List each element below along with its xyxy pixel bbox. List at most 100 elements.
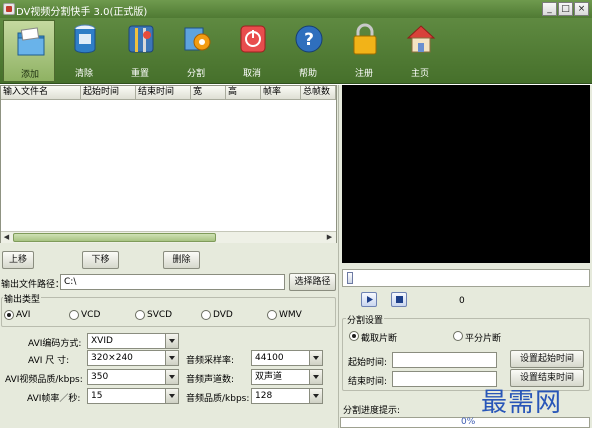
close-button[interactable]: × [574,2,589,16]
folder-add-icon [17,27,45,56]
cancel-label: 取消 [242,69,261,79]
end-time-label: 结束时间: [348,377,388,387]
register-label: 注册 [354,69,373,79]
scrollbar-thumb[interactable] [13,233,216,242]
radio-svcd[interactable] [135,310,145,320]
clear-label: 清除 [74,69,93,79]
set-start-time-button[interactable]: 设置起始时间 [510,350,584,368]
channels-value: 双声道 [255,372,283,382]
radio-equal-split-label[interactable]: 平分片断 [465,331,501,344]
output-type-title: 输出类型 [3,292,42,305]
radio-avi[interactable] [4,310,14,320]
seek-slider[interactable] [342,269,590,287]
add-button[interactable]: 添加 [3,20,55,82]
chevron-down-icon[interactable] [165,351,178,365]
minimize-button[interactable]: _ [542,2,557,16]
codec-label: AVI编码方式: [28,339,82,349]
video-quality-label: AVI视频品质/kbps: [5,375,83,385]
scroll-left-icon[interactable]: ◀ [1,232,12,243]
browse-path-button[interactable]: 选择路径 [289,273,336,291]
split-label: 分割 [186,69,205,79]
video-quality-select[interactable]: 350 [87,369,179,385]
radio-svcd-label[interactable]: SVCD [147,310,172,320]
column-header-width[interactable]: 宽 [191,86,226,100]
radio-wmv[interactable] [267,310,277,320]
maximize-button[interactable]: □ [558,2,573,16]
help-label: 帮助 [298,69,317,79]
output-path-field[interactable]: C:\ [60,274,285,290]
radio-cut-segment-label[interactable]: 截取片断 [361,331,397,344]
delete-button[interactable]: 删除 [163,251,200,269]
start-time-label: 起始时间: [348,358,388,368]
chevron-down-icon[interactable] [309,389,322,403]
codec-value: XVID [91,336,113,346]
radio-vcd-label[interactable]: VCD [81,310,100,320]
channels-select[interactable]: 双声道 [251,369,323,385]
chevron-down-icon[interactable] [309,370,322,384]
homepage-button[interactable]: 主页 [394,20,446,82]
tools-icon [128,25,154,53]
chevron-down-icon[interactable] [309,351,322,365]
help-button[interactable]: ? 帮助 [282,20,334,82]
fps-label: AVI帧率／秒: [27,394,81,404]
codec-select[interactable]: XVID [87,333,179,349]
trash-icon [74,24,96,54]
radio-avi-label[interactable]: AVI [16,310,30,320]
move-up-button[interactable]: 上移 [2,251,34,269]
chevron-down-icon[interactable] [165,370,178,384]
split-settings-title: 分割设置 [346,313,385,326]
toolbar: 添加 清除 重置 分割 取消 ? 帮助 注册 主页 [0,18,592,84]
seek-slider-thumb[interactable] [347,272,353,284]
homepage-label: 主页 [410,69,429,79]
register-button[interactable]: 注册 [338,20,390,82]
clear-button[interactable]: 清除 [58,20,110,82]
column-header-end-time[interactable]: 结束时间 [136,86,191,100]
play-button[interactable] [361,292,377,307]
sample-rate-value: 44100 [255,353,284,363]
column-header-filename[interactable]: 输入文件名 [1,86,81,100]
split-gear-icon [184,27,211,51]
split-button[interactable]: 分割 [170,20,222,82]
move-down-button[interactable]: 下移 [82,251,119,269]
cancel-icon [240,25,266,53]
home-icon [406,25,436,53]
add-label: 添加 [20,70,39,80]
svg-text:?: ? [304,30,314,50]
size-label: AVI 尺 寸: [28,356,70,366]
fps-select[interactable]: 15 [87,388,179,404]
column-header-start-time[interactable]: 起始时间 [81,86,136,100]
chevron-down-icon[interactable] [165,334,178,348]
lock-icon [353,23,377,55]
scroll-right-icon[interactable]: ▶ [324,232,335,243]
radio-equal-split[interactable] [453,331,463,341]
radio-dvd[interactable] [201,310,211,320]
start-time-field[interactable] [392,352,497,368]
audio-quality-label: 音频品质/kbps: [186,394,250,404]
video-preview [342,85,590,263]
chevron-down-icon[interactable] [165,389,178,403]
play-icon [367,296,373,303]
help-icon: ? [295,25,323,53]
column-header-height[interactable]: 高 [226,86,261,100]
stop-button[interactable] [391,292,407,307]
radio-dvd-label[interactable]: DVD [213,310,233,320]
cancel-button[interactable]: 取消 [226,20,278,82]
horizontal-scrollbar[interactable]: ◀ ▶ [1,231,336,243]
output-path-label: 输出文件路径： [1,280,65,290]
column-header-fps[interactable]: 帧率 [261,86,301,100]
size-select[interactable]: 320×240 [87,350,179,366]
radio-vcd[interactable] [69,310,79,320]
audio-quality-select[interactable]: 128 [251,388,323,404]
radio-wmv-label[interactable]: WMV [279,310,302,320]
position-readout: 0 [459,296,465,306]
sample-rate-select[interactable]: 44100 [251,350,323,366]
reset-label: 重置 [130,69,149,79]
audio-quality-value: 128 [255,391,273,401]
video-quality-value: 350 [91,372,109,382]
app-icon [3,3,15,15]
reset-button[interactable]: 重置 [114,20,166,82]
file-list-table[interactable]: 输入文件名 起始时间 结束时间 宽 高 帧率 总帧数 ◀ ▶ [0,85,337,243]
radio-cut-segment[interactable] [349,331,359,341]
size-value: 320×240 [91,353,133,363]
column-header-total-frames[interactable]: 总帧数 [301,86,336,100]
